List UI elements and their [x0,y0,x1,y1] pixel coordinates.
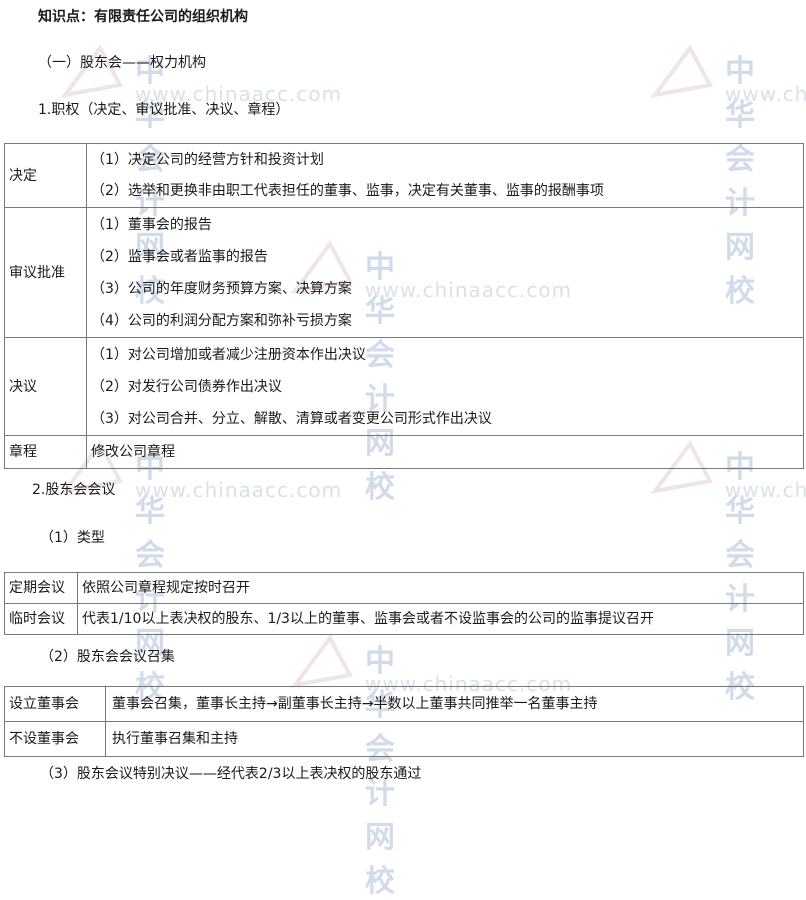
special-resolution: （3）股东会议特别决议——经代表2/3以上表决权的股东通过 [40,766,422,782]
convene-text: 执行董事召集和主持 [105,721,804,757]
powers-cell: （1）决定公司的经营方针和投资计划 （2）选举和更换非由职工代表担任的董事、监事… [86,143,804,208]
list-item: （1）董事会的报告 [91,216,212,233]
list-item: （1）对公司增加或者减少注册资本作出决议 [91,346,366,363]
type-text: 代表1/10以上表决权的股东、1/3以上的董事、监事会或者不设监事会的公司的监事… [77,603,804,635]
convening-table: 设立董事会 董事会召集，董事长主持→副董事长主持→半数以上董事共同推举一名董事主… [4,686,804,757]
convene-text: 董事会召集，董事长主持→副董事长主持→半数以上董事共同推举一名董事主持 [105,686,804,722]
list-item: （1）决定公司的经营方针和投资计划 [91,151,324,168]
type-label: 定期会议 [4,572,78,604]
section-heading: （一）股东会——权力机构 [38,55,206,71]
subsection-heading: 1.职权（决定、审议批准、决议、章程） [38,102,290,118]
powers-label: 决议 [4,337,87,436]
meeting-types-table: 定期会议 依照公司章程规定按时召开 临时会议 代表1/10以上表决权的股东、1/… [4,572,804,635]
powers-table: 决定 （1）决定公司的经营方针和投资计划 （2）选举和更换非由职工代表担任的董事… [4,143,804,469]
convene-label: 不设董事会 [4,721,106,757]
page-title: 知识点：有限责任公司的组织机构 [38,9,248,25]
powers-cell: （1）对公司增加或者减少注册资本作出决议 （2）对发行公司债券作出决议 （3）对… [86,337,804,436]
watermark-pen-icon [290,634,354,688]
convene-label: 设立董事会 [4,686,106,722]
powers-cell: 修改公司章程 [86,435,804,469]
powers-label: 审议批准 [4,207,87,338]
watermark-en: www.chinaacc.com [725,82,806,106]
type-text: 依照公司章程规定按时召开 [77,572,804,604]
watermark-pen-icon [650,44,714,98]
type-label: 临时会议 [4,603,78,635]
powers-cell: （1）董事会的报告 （2）监事会或者监事的报告 （3）公司的年度财务预算方案、决… [86,207,804,338]
powers-label: 章程 [4,435,87,469]
list-item: 修改公司章程 [91,444,175,460]
list-item: （2）选举和更换非由职工代表担任的董事、监事，决定有关董事、监事的报酬事项 [91,182,604,199]
subsection-heading: （1）类型 [40,530,105,546]
list-item: （3）公司的年度财务预算方案、决算方案 [91,280,352,297]
watermark-en: www.chinaacc.com [725,478,806,502]
list-item: （2）监事会或者监事的报告 [91,248,268,265]
list-item: （3）对公司合并、分立、解散、清算或者变更公司形式作出决议 [91,410,492,427]
list-item: （2）对发行公司债券作出决议 [91,378,282,395]
subsection-heading: 2.股东会会议 [32,482,116,498]
watermark-en: www.chinaacc.com [135,478,343,502]
subsection-heading: （2）股东会会议召集 [40,649,175,665]
list-item: （4）公司的利润分配方案和弥补亏损方案 [91,312,352,329]
powers-label: 决定 [4,143,87,208]
